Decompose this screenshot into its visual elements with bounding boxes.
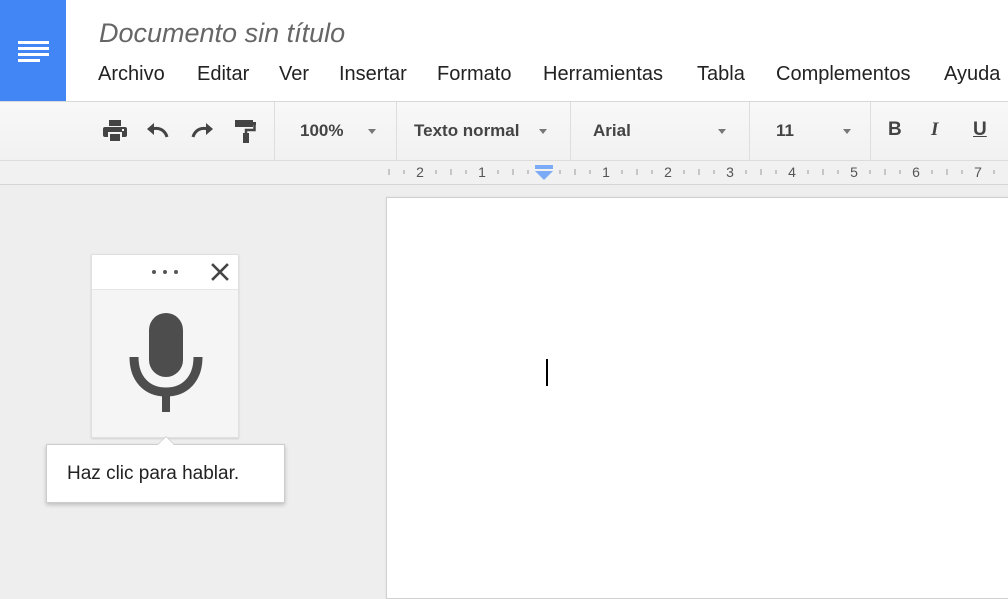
ruler-label: 5 [850, 164, 858, 180]
font-select[interactable]: Arial [593, 121, 631, 141]
ruler-label: 4 [788, 164, 796, 180]
redo-icon[interactable] [187, 116, 217, 146]
ruler-label: 1 [602, 164, 610, 180]
menu-ayuda[interactable]: Ayuda [944, 63, 1000, 86]
style-select[interactable]: Texto normal [414, 121, 519, 141]
ruler-label: 3 [726, 164, 734, 180]
header: Documento sin título Archivo Editar Ver … [0, 0, 1008, 102]
underline-button[interactable]: U [973, 119, 987, 141]
tooltip-text: Haz clic para hablar. [67, 463, 240, 484]
font-caret-icon[interactable] [718, 129, 726, 134]
ruler-label: 7 [974, 164, 982, 180]
italic-button[interactable]: I [931, 119, 938, 141]
docs-app: Documento sin título Archivo Editar Ver … [0, 0, 1008, 599]
font-size-select[interactable]: 11 [776, 121, 794, 141]
close-icon[interactable] [208, 260, 232, 284]
voice-typing-header [92, 255, 238, 290]
more-icon[interactable] [152, 268, 178, 276]
ruler[interactable]: 2 1 1 2 3 4 5 6 7 [0, 161, 1008, 185]
ruler-label: 2 [664, 164, 672, 180]
text-cursor [546, 359, 548, 386]
menu-tabla[interactable]: Tabla [697, 63, 745, 86]
menu-herramientas[interactable]: Herramientas [543, 63, 663, 86]
docs-icon[interactable] [0, 0, 66, 101]
ruler-label: 6 [912, 164, 920, 180]
indent-marker-icon[interactable] [535, 165, 553, 180]
print-icon[interactable] [100, 116, 130, 146]
microphone-icon[interactable] [129, 313, 203, 418]
menu-archivo[interactable]: Archivo [98, 63, 165, 86]
zoom-caret-icon[interactable] [368, 129, 376, 134]
undo-icon[interactable] [143, 116, 173, 146]
bold-button[interactable]: B [888, 119, 902, 141]
voice-typing-widget [91, 254, 239, 438]
zoom-select[interactable]: 100% [300, 121, 343, 141]
menu-editar[interactable]: Editar [197, 63, 249, 86]
style-caret-icon[interactable] [539, 129, 547, 134]
font-size-caret-icon[interactable] [843, 129, 851, 134]
ruler-label: 2 [416, 164, 424, 180]
menu-insertar[interactable]: Insertar [339, 63, 407, 86]
menu-formato[interactable]: Formato [437, 63, 511, 86]
menu-complementos[interactable]: Complementos [776, 63, 911, 86]
toolbar: 100% Texto normal Arial 11 B I U [0, 102, 1008, 161]
document-page[interactable] [386, 197, 1008, 599]
voice-tooltip: Haz clic para hablar. [46, 436, 285, 503]
ruler-label: 1 [478, 164, 486, 180]
document-title[interactable]: Documento sin título [99, 18, 345, 49]
paint-format-icon[interactable] [230, 116, 260, 146]
menu-ver[interactable]: Ver [279, 63, 309, 86]
